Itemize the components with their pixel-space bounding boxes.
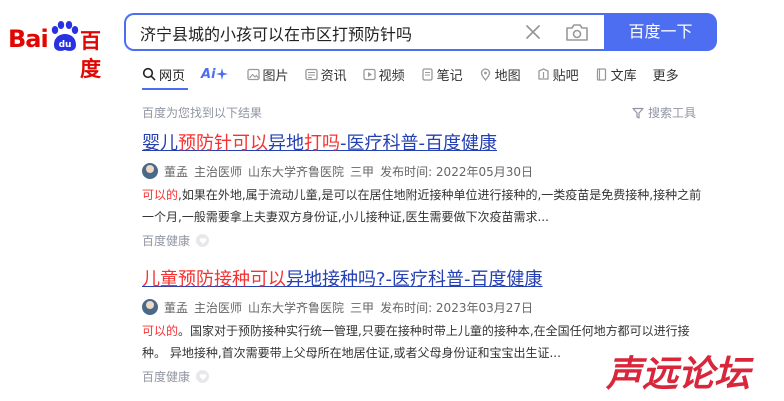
- publish-date: 发布时间: 2022年05月30日: [380, 164, 533, 179]
- tab-label: 贴吧: [552, 68, 579, 84]
- camera-icon[interactable]: [564, 21, 590, 43]
- svg-text:du: du: [59, 40, 72, 50]
- doctor-title: 主治医师: [194, 164, 243, 179]
- active-tab-indicator: [142, 88, 188, 90]
- publish-date: 发布时间: 2023年03月27日: [380, 300, 533, 315]
- result-abstract: 可以的,如果在外地,属于流动儿童,是可以在居住地附近接种单位进行接种的,一类疫苗…: [142, 184, 707, 228]
- source-name[interactable]: 百度健康: [142, 232, 190, 249]
- map-icon: [480, 67, 490, 81]
- search-tools-label: 搜索工具: [648, 106, 697, 120]
- result-meta: 董孟 主治医师 山东大学齐鲁医院 三甲 发布时间: 2023年03月27日: [142, 298, 722, 316]
- tab-label: 资讯: [320, 68, 347, 84]
- result-title-link[interactable]: 婴儿预防针可以异地打吗-医疗科普-百度健康: [142, 132, 722, 156]
- heart-icon[interactable]: [196, 234, 210, 247]
- tab-label: 图片: [262, 68, 289, 84]
- tieba-icon: [537, 67, 549, 80]
- result-source: 百度健康: [142, 232, 722, 249]
- tab-label: 地图: [494, 68, 521, 84]
- filter-icon: [632, 107, 644, 119]
- tab-video[interactable]: 视频: [362, 62, 405, 86]
- svg-text:声远论坛: 声远论坛: [605, 354, 754, 395]
- ai-sparkle-icon: [215, 68, 228, 80]
- title-part: 异地接种吗?-医疗科普-百度健康: [286, 269, 543, 290]
- logo-text-bai: Bai: [8, 25, 49, 53]
- clear-icon[interactable]: [522, 21, 544, 43]
- hospital-level: 三甲: [350, 300, 375, 315]
- abstract-text: ,如果在外地,属于流动儿童,是可以在居住地附近接种单位进行接种的,一类疫苗是免费…: [142, 188, 702, 224]
- hospital: 山东大学齐鲁医院: [248, 300, 345, 315]
- doctor-name: 董孟: [164, 164, 189, 179]
- result-meta: 董孟 主治医师 山东大学齐鲁医院 三甲 发布时间: 2022年05月30日: [142, 162, 722, 180]
- tab-map[interactable]: 地图: [479, 62, 521, 86]
- title-highlight: 儿童预防接种可以: [142, 269, 286, 290]
- tab-web[interactable]: 网页: [142, 62, 185, 86]
- tab-more[interactable]: 更多: [653, 62, 679, 86]
- search-input[interactable]: [140, 21, 500, 45]
- baidu-logo[interactable]: Bai du 百度: [8, 21, 112, 81]
- abstract-highlight: 可以的: [142, 188, 179, 202]
- tab-label: 视频: [378, 68, 405, 84]
- hospital: 山东大学齐鲁医院: [248, 164, 345, 179]
- heart-icon[interactable]: [196, 370, 210, 383]
- tab-library[interactable]: 文库: [595, 62, 637, 86]
- tab-images[interactable]: 图片: [246, 62, 289, 86]
- title-part: 婴儿: [142, 133, 178, 154]
- search-result: 婴儿预防针可以异地打吗-医疗科普-百度健康 董孟 主治医师 山东大学齐鲁医院 三…: [142, 132, 722, 249]
- note-icon: [421, 67, 433, 81]
- logo-text-baidu: 百度: [80, 29, 101, 81]
- source-name[interactable]: 百度健康: [142, 368, 190, 385]
- avatar: [142, 299, 158, 315]
- doctor-name: 董孟: [164, 300, 189, 315]
- hospital-level: 三甲: [350, 164, 375, 179]
- tab-news[interactable]: 资讯: [304, 62, 347, 86]
- search-button[interactable]: 百度一下: [604, 13, 717, 51]
- tab-ai[interactable]: Ai: [201, 62, 231, 86]
- result-title-link[interactable]: 儿童预防接种可以异地接种吗?-医疗科普-百度健康: [142, 268, 722, 292]
- tab-tieba[interactable]: 贴吧: [537, 62, 579, 86]
- paw-icon: du: [51, 21, 79, 51]
- tab-label: Ai: [201, 66, 216, 82]
- avatar: [142, 163, 158, 179]
- title-part: 异地: [268, 133, 304, 154]
- search-icon: [142, 67, 156, 81]
- library-icon: [596, 67, 606, 81]
- title-part: -医疗科普-百度健康: [340, 133, 497, 154]
- tab-label: 笔记: [436, 68, 463, 84]
- abstract-highlight: 可以的: [142, 324, 179, 338]
- watermark-logo: 声远论坛: [603, 353, 755, 397]
- search-box: [124, 13, 604, 51]
- image-icon: [246, 68, 260, 80]
- tab-label: 网页: [159, 68, 186, 84]
- tab-label: 更多: [652, 68, 679, 84]
- tab-label: 文库: [610, 68, 637, 84]
- news-icon: [304, 68, 318, 80]
- search-tabs: 网页 Ai 图片 资讯 视频 笔记 地图 贴吧 文库 更多: [142, 62, 695, 88]
- title-highlight: 预防针可以: [178, 133, 268, 154]
- tab-notes[interactable]: 笔记: [421, 62, 463, 86]
- result-count: 百度为您找到以下结果: [142, 106, 263, 120]
- doctor-title: 主治医师: [194, 300, 243, 315]
- video-icon: [362, 68, 376, 80]
- title-highlight: 打吗: [304, 133, 340, 154]
- search-tools-button[interactable]: 搜索工具: [632, 104, 696, 121]
